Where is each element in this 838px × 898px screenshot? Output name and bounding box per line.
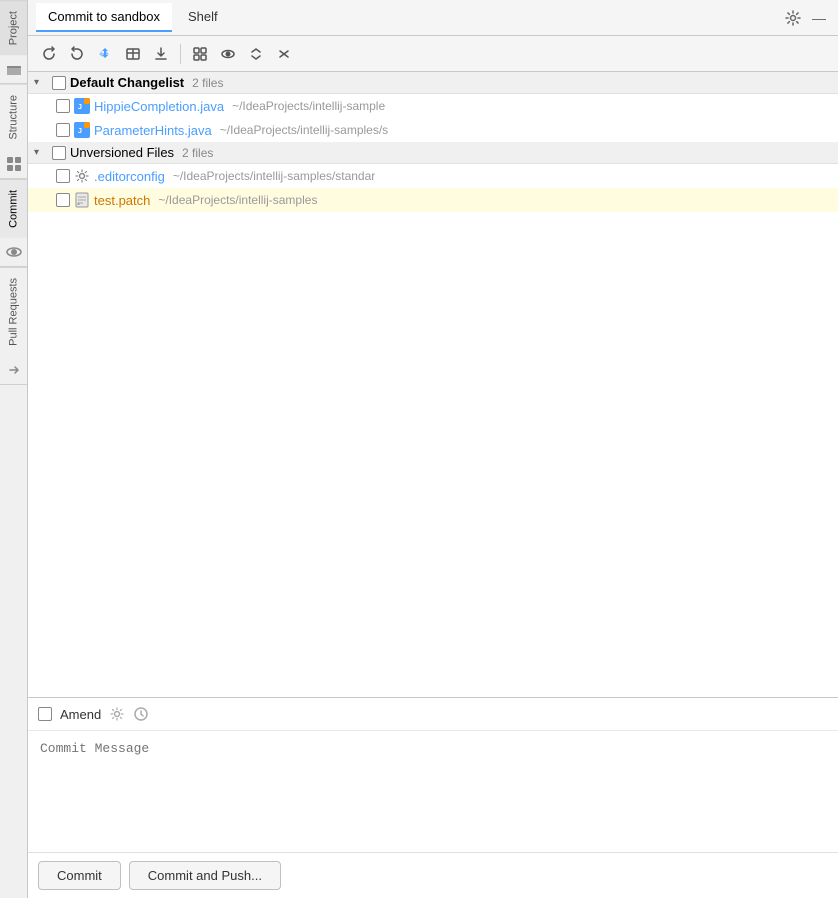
main-panel: Commit to sandbox Shelf — — [28, 0, 838, 898]
file-row-editorconfig[interactable]: .editorconfig ~/IdeaProjects/intellij-sa… — [28, 164, 838, 188]
group-icon — [192, 46, 208, 62]
eye-sidebar-icon — [6, 244, 22, 260]
checkbox-default-changelist[interactable] — [52, 76, 66, 90]
sidebar-arrow-icon[interactable] — [0, 356, 27, 385]
gear-icon — [785, 10, 801, 26]
config-gear-icon — [74, 168, 90, 184]
sidebar-folder-icon[interactable] — [0, 55, 27, 84]
commit-button[interactable]: Commit — [38, 861, 121, 890]
tab-commit-to-sandbox[interactable]: Commit to sandbox — [36, 3, 172, 32]
tab-bar: Commit to sandbox Shelf — — [28, 0, 838, 36]
checkbox-parameterhints[interactable] — [56, 123, 70, 137]
refresh-icon — [41, 46, 57, 62]
bottom-section: Amend Commit Commit and Push... — [28, 697, 838, 898]
checkbox-unversioned[interactable] — [52, 146, 66, 160]
file-row-parameterhints[interactable]: J ParameterHints.java ~/IdeaProjects/int… — [28, 118, 838, 142]
collapse-icon — [276, 46, 292, 62]
expand-icon — [248, 46, 264, 62]
amend-row: Amend — [28, 698, 838, 731]
tab-controls: — — [782, 7, 830, 29]
sidebar-item-pull-requests[interactable]: Pull Requests — [0, 267, 27, 356]
download-icon — [153, 46, 169, 62]
view-options-button[interactable] — [215, 41, 241, 67]
folder-icon — [6, 61, 22, 77]
rollback-icon — [69, 46, 85, 62]
checkbox-testpatch[interactable] — [56, 193, 70, 207]
chevron-unversioned: ▾ — [34, 147, 48, 158]
amend-clock-icon[interactable] — [133, 706, 149, 722]
group-default-changelist[interactable]: ▾ Default Changelist 2 files — [28, 72, 838, 94]
move-changelist-button[interactable] — [92, 41, 118, 67]
commit-message-area — [28, 731, 838, 852]
java-icon-svg-2: J — [75, 123, 89, 137]
toolbar-separator — [180, 44, 181, 64]
chevron-default-changelist: ▾ — [34, 77, 48, 88]
move-icon — [97, 46, 113, 62]
update-button[interactable] — [148, 41, 174, 67]
sidebar: Project Structure Commit Pull Requests — [0, 0, 28, 898]
eye-toolbar-icon — [220, 46, 236, 62]
java-icon-svg: J — [75, 99, 89, 113]
commit-and-push-button[interactable]: Commit and Push... — [129, 861, 281, 890]
checkbox-editorconfig[interactable] — [56, 169, 70, 183]
patch-file-icon: ± — [74, 192, 90, 208]
minimize-button[interactable]: — — [808, 7, 830, 29]
refresh-button[interactable] — [36, 41, 62, 67]
expand-all-button[interactable] — [243, 41, 269, 67]
diff-icon — [125, 46, 141, 62]
diff-button[interactable] — [120, 41, 146, 67]
svg-text:J: J — [78, 103, 82, 111]
checkbox-amend[interactable] — [38, 707, 52, 721]
svg-text:J: J — [78, 127, 82, 135]
sidebar-item-structure[interactable]: Structure — [0, 84, 27, 150]
java-file-icon: J — [74, 98, 90, 114]
checkbox-hippiecompletion[interactable] — [56, 99, 70, 113]
sidebar-item-project[interactable]: Project — [0, 0, 27, 55]
tab-shelf[interactable]: Shelf — [176, 3, 230, 32]
commit-buttons: Commit Commit and Push... — [28, 852, 838, 898]
collapse-all-button[interactable] — [271, 41, 297, 67]
commit-message-input[interactable] — [32, 735, 834, 845]
sidebar-grid-icon[interactable] — [0, 150, 27, 179]
file-row-testpatch[interactable]: ± test.patch ~/IdeaProjects/intellij-sam… — [28, 188, 838, 212]
file-row-hippicompletion[interactable]: J HippieCompletion.java ~/IdeaProjects/i… — [28, 94, 838, 118]
toolbar — [28, 36, 838, 72]
java-file-icon-2: J — [74, 122, 90, 138]
grid-icon — [6, 156, 22, 172]
group-by-button[interactable] — [187, 41, 213, 67]
amend-gear-icon[interactable] — [109, 706, 125, 722]
group-unversioned-files[interactable]: ▾ Unversioned Files 2 files — [28, 142, 838, 164]
sidebar-eye-icon[interactable] — [0, 238, 27, 267]
svg-text:±: ± — [77, 201, 80, 207]
file-tree: ▾ Default Changelist 2 files J HippieCom… — [28, 72, 838, 697]
settings-button[interactable] — [782, 7, 804, 29]
sidebar-item-commit[interactable]: Commit — [0, 179, 27, 238]
arrow-sidebar-icon — [6, 362, 22, 378]
rollback-button[interactable] — [64, 41, 90, 67]
